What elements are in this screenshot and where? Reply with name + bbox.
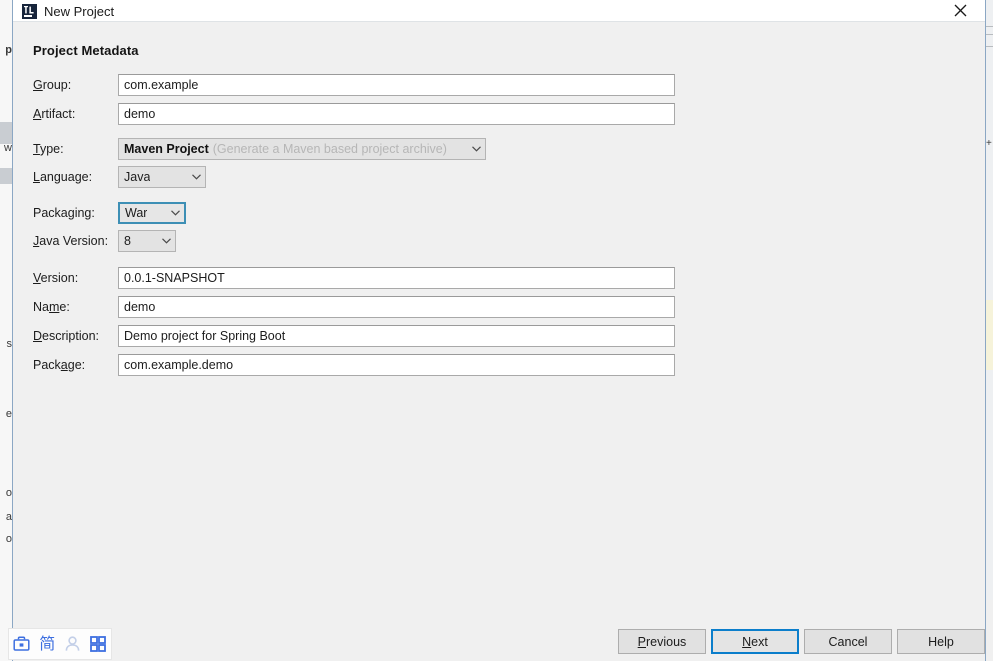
bg-fragment: p (5, 44, 12, 56)
chevron-down-icon (157, 238, 175, 244)
type-hint: (Generate a Maven based project archive) (212, 142, 447, 156)
version-label: Version: (33, 271, 79, 285)
previous-button[interactable]: Previous (618, 629, 706, 654)
bg-fragment: + (986, 138, 992, 149)
dialog-title: New Project (44, 4, 115, 19)
language-value: Java (124, 170, 151, 184)
intellij-idea-logo-icon (22, 4, 37, 19)
page-title: Project Metadata (33, 43, 139, 58)
ime-toolbar: 简 (8, 628, 112, 660)
language-label: Language: (33, 170, 93, 184)
simplified-chinese-icon[interactable]: 简 (35, 629, 61, 659)
chevron-down-icon (467, 146, 485, 152)
type-combobox[interactable]: Maven Project (Generate a Maven based pr… (118, 138, 486, 160)
packaging-combobox[interactable]: War (118, 202, 186, 224)
artifact-label: Artifact: (33, 107, 76, 121)
help-button[interactable]: Help (897, 629, 985, 654)
artifact-input[interactable] (118, 103, 675, 125)
description-input[interactable] (118, 325, 675, 347)
background-ide-right-sliver: + (986, 0, 993, 661)
name-input[interactable] (118, 296, 675, 318)
type-value: Maven Project (124, 142, 209, 156)
dialog-footer: Previous Next Cancel Help (13, 622, 985, 661)
background-ide-left-sliver: p w s e o a o (0, 0, 12, 661)
type-label: Type: (33, 142, 64, 156)
bg-fragment: w (4, 142, 12, 154)
java-version-value: 8 (124, 234, 131, 248)
packaging-value: War (125, 206, 148, 220)
description-label: Description: (33, 329, 100, 343)
package-label: Package: (33, 358, 86, 372)
toolbox-icon[interactable] (9, 629, 35, 659)
package-input[interactable] (118, 354, 675, 376)
user-icon[interactable] (60, 629, 86, 659)
cancel-button[interactable]: Cancel (804, 629, 892, 654)
app-grid-icon[interactable] (86, 629, 112, 659)
packaging-label: Packaging: (33, 206, 95, 220)
close-icon[interactable] (946, 0, 976, 22)
name-label: Name: (33, 300, 70, 314)
java-version-combobox[interactable]: 8 (118, 230, 176, 252)
next-button[interactable]: Next (711, 629, 799, 654)
java-version-label: Java Version: (33, 234, 109, 248)
chevron-down-icon (187, 174, 205, 180)
version-input[interactable] (118, 267, 675, 289)
group-label: Group: (33, 78, 72, 92)
chevron-down-icon (166, 210, 184, 216)
group-input[interactable] (118, 74, 675, 96)
dialog-titlebar: New Project (13, 0, 985, 22)
dialog-content: Project Metadata Group: Artifact: Type: … (13, 22, 985, 622)
new-project-dialog: New Project Project Metadata Group: Arti… (12, 0, 986, 661)
language-combobox[interactable]: Java (118, 166, 206, 188)
